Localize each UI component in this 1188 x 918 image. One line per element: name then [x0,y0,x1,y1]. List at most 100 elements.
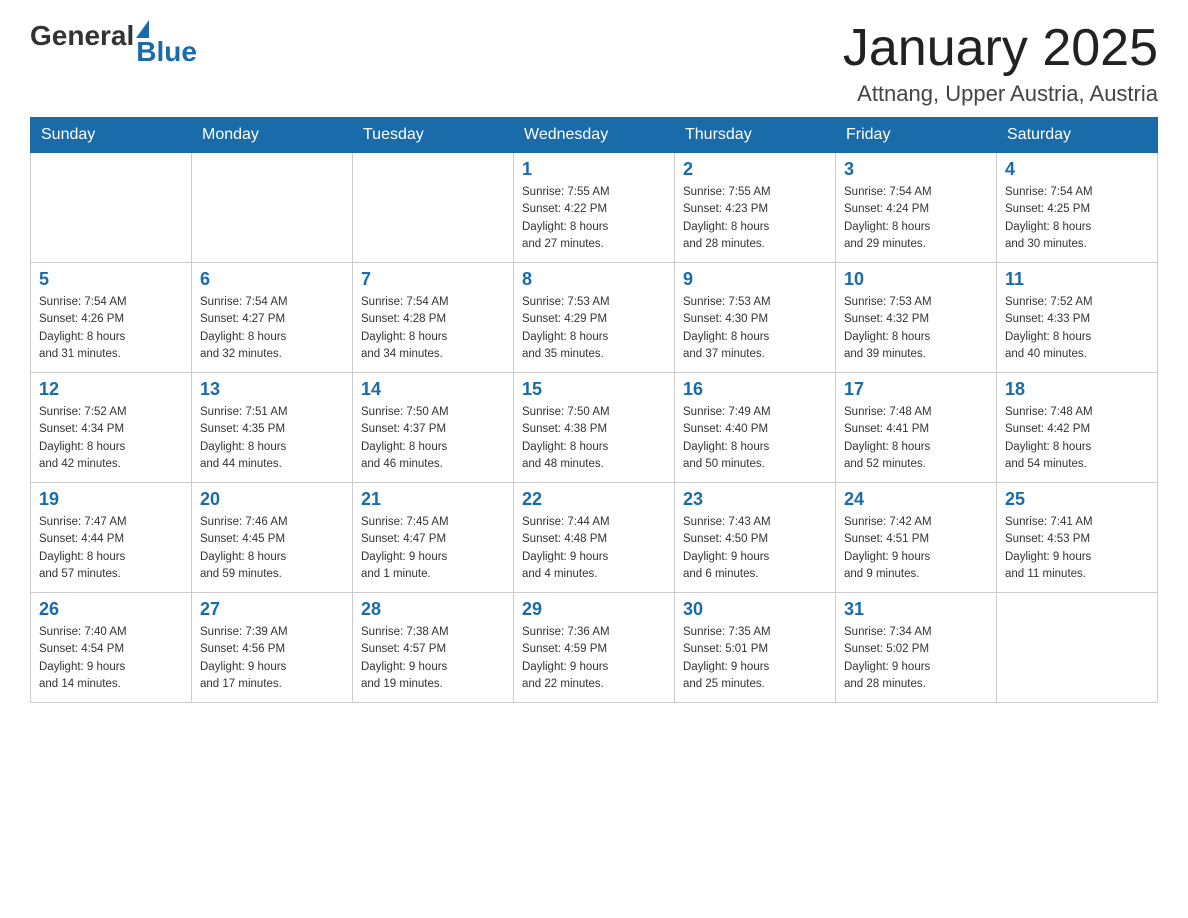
calendar-week-row: 1 Sunrise: 7:55 AM Sunset: 4:22 PM Daylig… [31,153,1158,263]
calendar-cell: 23Sunrise: 7:43 AM Sunset: 4:50 PM Dayli… [675,483,836,593]
calendar-cell: 20 Sunrise: 7:46 AM Sunset: 4:45 PM Dayli… [192,483,353,593]
calendar-cell: 19 Sunrise: 7:47 AM Sunset: 4:44 PM Dayli… [31,483,192,593]
subtitle: Attnang, Upper Austria, Austria [843,81,1158,107]
day-info: Sunrise: 7:40 AM Sunset: 4:54 PM Dayligh… [39,624,183,693]
calendar-cell: 27Sunrise: 7:39 AM Sunset: 4:56 PM Dayli… [192,593,353,703]
day-info: Sunrise: 7:54 AM Sunset: 4:27 PM Dayligh… [200,294,344,363]
calendar-cell: 13Sunrise: 7:51 AM Sunset: 4:35 PM Dayli… [192,373,353,483]
day-number: 9 [683,269,827,290]
day-number: 3 [844,159,988,180]
day-number: 8 [522,269,666,290]
title-block: January 2025 Attnang, Upper Austria, Aus… [843,20,1158,107]
calendar-cell: 28 Sunrise: 7:38 AM Sunset: 4:57 PM Dayli… [353,593,514,703]
day-number: 21 [361,489,505,510]
calendar-cell [192,153,353,263]
day-number: 16 [683,379,827,400]
calendar-cell: 14 Sunrise: 7:50 AM Sunset: 4:37 PM Dayli… [353,373,514,483]
calendar-cell: 10 Sunrise: 7:53 AM Sunset: 4:32 PM Dayli… [836,263,997,373]
day-info: Sunrise: 7:55 AM Sunset: 4:23 PM Dayligh… [683,184,827,253]
day-info: Sunrise: 7:46 AM Sunset: 4:45 PM Dayligh… [200,514,344,583]
calendar-cell: 12 Sunrise: 7:52 AM Sunset: 4:34 PM Dayli… [31,373,192,483]
day-info: Sunrise: 7:35 AM Sunset: 5:01 PM Dayligh… [683,624,827,693]
calendar-cell: 6 Sunrise: 7:54 AM Sunset: 4:27 PM Daylig… [192,263,353,373]
day-info: Sunrise: 7:52 AM Sunset: 4:34 PM Dayligh… [39,404,183,473]
calendar-body: 1 Sunrise: 7:55 AM Sunset: 4:22 PM Daylig… [31,153,1158,703]
day-number: 31 [844,599,988,620]
calendar-cell [997,593,1158,703]
calendar-cell: 24 Sunrise: 7:42 AM Sunset: 4:51 PM Dayli… [836,483,997,593]
day-info: Sunrise: 7:54 AM Sunset: 4:25 PM Dayligh… [1005,184,1149,253]
day-info: Sunrise: 7:47 AM Sunset: 4:44 PM Dayligh… [39,514,183,583]
weekday-header-friday: Friday [836,118,997,153]
day-number: 6 [200,269,344,290]
calendar-cell [353,153,514,263]
day-number: 30 [683,599,827,620]
calendar-table: SundayMondayTuesdayWednesdayThursdayFrid… [30,117,1158,703]
logo-general-text: General [30,20,134,52]
day-number: 20 [200,489,344,510]
logo-blue-text: Blue [136,36,197,68]
day-info: Sunrise: 7:54 AM Sunset: 4:24 PM Dayligh… [844,184,988,253]
day-info: Sunrise: 7:44 AM Sunset: 4:48 PM Dayligh… [522,514,666,583]
weekday-header-saturday: Saturday [997,118,1158,153]
day-info: Sunrise: 7:53 AM Sunset: 4:30 PM Dayligh… [683,294,827,363]
day-number: 24 [844,489,988,510]
day-number: 1 [522,159,666,180]
calendar-cell: 21 Sunrise: 7:45 AM Sunset: 4:47 PM Dayli… [353,483,514,593]
day-number: 4 [1005,159,1149,180]
page-title: January 2025 [843,20,1158,77]
calendar-cell: 17 Sunrise: 7:48 AM Sunset: 4:41 PM Dayli… [836,373,997,483]
day-number: 17 [844,379,988,400]
weekday-header-tuesday: Tuesday [353,118,514,153]
day-number: 22 [522,489,666,510]
calendar-cell: 5 Sunrise: 7:54 AM Sunset: 4:26 PM Daylig… [31,263,192,373]
day-number: 25 [1005,489,1149,510]
day-info: Sunrise: 7:50 AM Sunset: 4:38 PM Dayligh… [522,404,666,473]
calendar-cell: 15 Sunrise: 7:50 AM Sunset: 4:38 PM Dayli… [514,373,675,483]
day-info: Sunrise: 7:55 AM Sunset: 4:22 PM Dayligh… [522,184,666,253]
day-number: 23 [683,489,827,510]
calendar-cell: 30 Sunrise: 7:35 AM Sunset: 5:01 PM Dayli… [675,593,836,703]
day-number: 5 [39,269,183,290]
weekday-header-wednesday: Wednesday [514,118,675,153]
day-number: 10 [844,269,988,290]
day-number: 13 [200,379,344,400]
day-number: 19 [39,489,183,510]
day-number: 12 [39,379,183,400]
logo: General Blue [30,20,197,68]
calendar-cell: 8Sunrise: 7:53 AM Sunset: 4:29 PM Daylig… [514,263,675,373]
weekday-header-sunday: Sunday [31,118,192,153]
day-number: 2 [683,159,827,180]
day-info: Sunrise: 7:38 AM Sunset: 4:57 PM Dayligh… [361,624,505,693]
day-info: Sunrise: 7:41 AM Sunset: 4:53 PM Dayligh… [1005,514,1149,583]
day-number: 11 [1005,269,1149,290]
calendar-cell: 9 Sunrise: 7:53 AM Sunset: 4:30 PM Daylig… [675,263,836,373]
day-number: 15 [522,379,666,400]
day-info: Sunrise: 7:45 AM Sunset: 4:47 PM Dayligh… [361,514,505,583]
day-info: Sunrise: 7:48 AM Sunset: 4:41 PM Dayligh… [844,404,988,473]
day-number: 7 [361,269,505,290]
calendar-cell: 22 Sunrise: 7:44 AM Sunset: 4:48 PM Dayli… [514,483,675,593]
calendar-cell: 31 Sunrise: 7:34 AM Sunset: 5:02 PM Dayli… [836,593,997,703]
day-number: 14 [361,379,505,400]
day-info: Sunrise: 7:36 AM Sunset: 4:59 PM Dayligh… [522,624,666,693]
day-info: Sunrise: 7:50 AM Sunset: 4:37 PM Dayligh… [361,404,505,473]
day-info: Sunrise: 7:34 AM Sunset: 5:02 PM Dayligh… [844,624,988,693]
day-number: 28 [361,599,505,620]
calendar-cell: 2 Sunrise: 7:55 AM Sunset: 4:23 PM Daylig… [675,153,836,263]
calendar-cell: 11Sunrise: 7:52 AM Sunset: 4:33 PM Dayli… [997,263,1158,373]
calendar-week-row: 19 Sunrise: 7:47 AM Sunset: 4:44 PM Dayli… [31,483,1158,593]
calendar-cell: 18Sunrise: 7:48 AM Sunset: 4:42 PM Dayli… [997,373,1158,483]
day-info: Sunrise: 7:48 AM Sunset: 4:42 PM Dayligh… [1005,404,1149,473]
calendar-cell: 16Sunrise: 7:49 AM Sunset: 4:40 PM Dayli… [675,373,836,483]
calendar-cell: 26Sunrise: 7:40 AM Sunset: 4:54 PM Dayli… [31,593,192,703]
calendar-week-row: 5 Sunrise: 7:54 AM Sunset: 4:26 PM Daylig… [31,263,1158,373]
calendar-cell: 29 Sunrise: 7:36 AM Sunset: 4:59 PM Dayli… [514,593,675,703]
day-info: Sunrise: 7:42 AM Sunset: 4:51 PM Dayligh… [844,514,988,583]
calendar-cell: 7Sunrise: 7:54 AM Sunset: 4:28 PM Daylig… [353,263,514,373]
day-info: Sunrise: 7:53 AM Sunset: 4:32 PM Dayligh… [844,294,988,363]
page-header: General Blue January 2025 Attnang, Upper… [30,20,1158,107]
day-info: Sunrise: 7:54 AM Sunset: 4:26 PM Dayligh… [39,294,183,363]
day-number: 29 [522,599,666,620]
weekday-header-monday: Monday [192,118,353,153]
